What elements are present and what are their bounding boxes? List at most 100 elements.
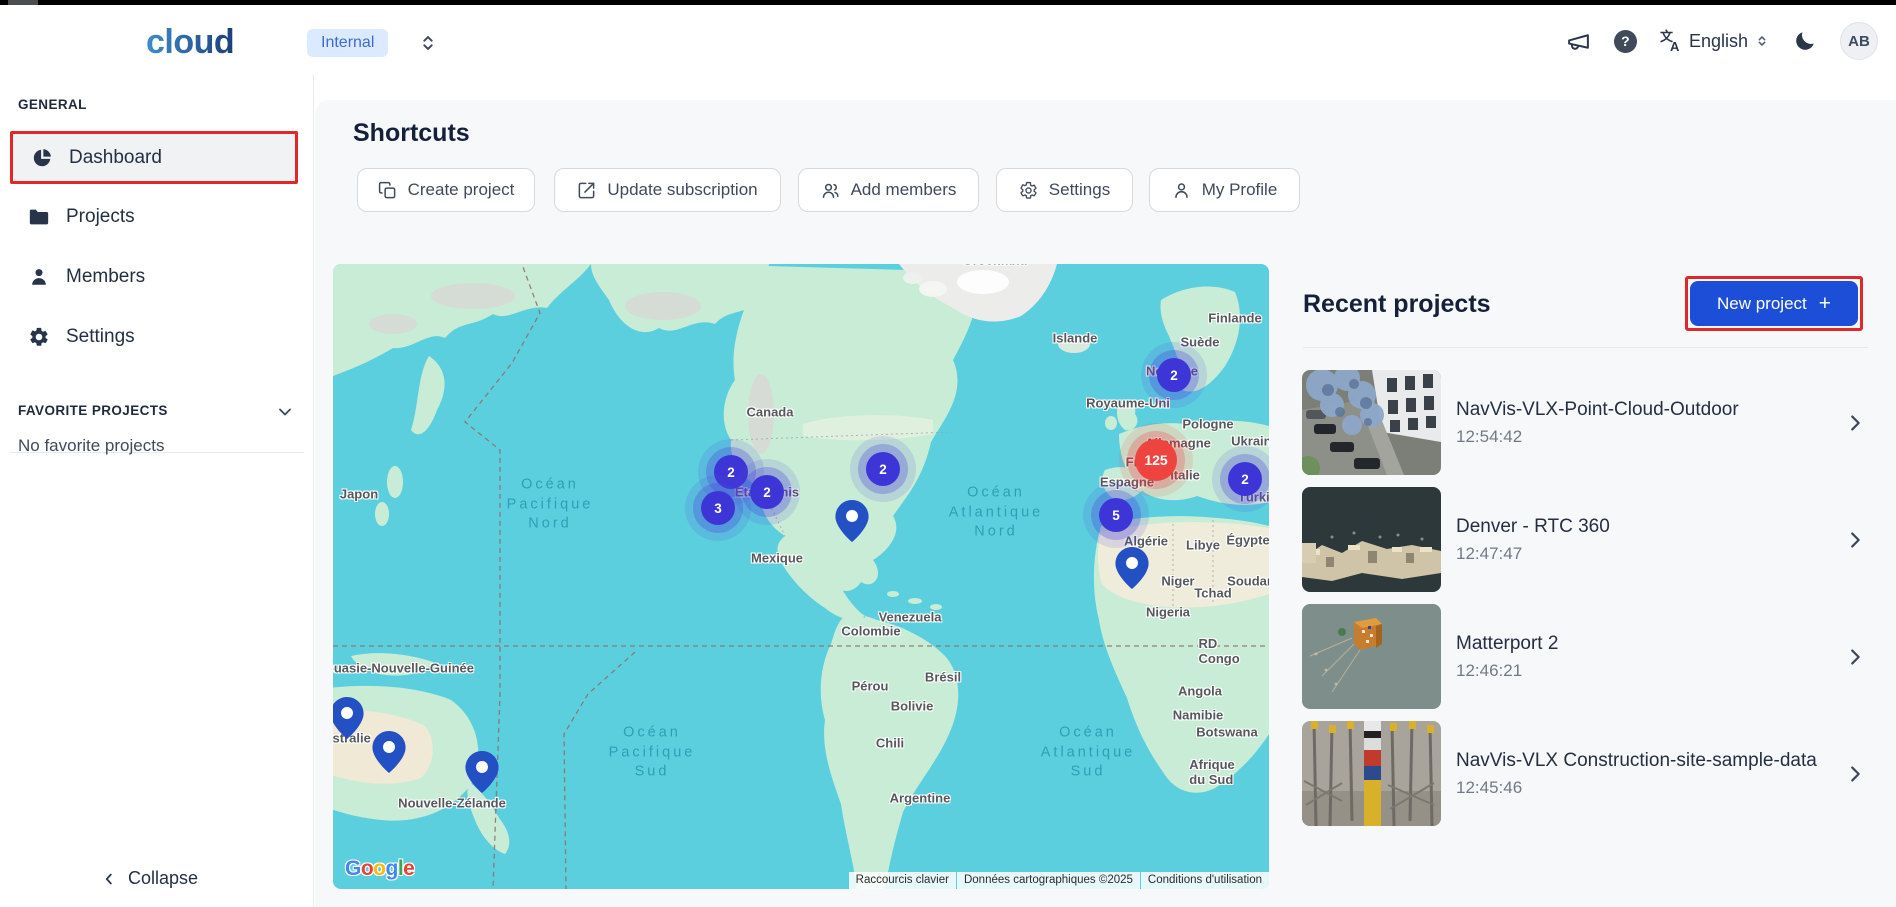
project-row[interactable]: Denver - RTC 360 12:47:47 [1296,486,1872,593]
map-cluster-marker[interactable]: 2 [714,455,748,489]
external-link-icon [577,181,596,200]
chevron-right-icon[interactable] [1844,763,1866,785]
map-country-label: Royaume-Uni [1086,396,1170,411]
map-cluster-marker[interactable]: 2 [1228,462,1262,496]
recent-projects-title: Recent projects [1303,290,1491,319]
map-country-label: Papouasie-Nouvelle-Guinée [333,661,474,676]
collapse-label: Collapse [128,868,198,889]
map-country-label: Angola [1178,684,1222,699]
add-members-button[interactable]: Add members [798,168,979,212]
map-country-label: Canada [747,405,794,420]
map-cluster-marker[interactable]: 125 [1135,439,1177,481]
person-icon [28,266,50,288]
map-pin-marker[interactable] [372,731,406,773]
chevron-right-icon[interactable] [1844,646,1866,668]
world-map[interactable]: GroenlandJaponCanadaÉtats-UnisMexiqueIsl… [333,264,1269,889]
language-selector[interactable]: 文A English [1659,29,1770,53]
new-project-button[interactable]: New project + [1690,281,1858,326]
map-country-label: Japon [340,487,378,502]
map-country-label: Islande [1053,331,1098,346]
google-logo[interactable]: Google [345,857,414,881]
map-country-label: Colombie [841,624,900,639]
collapse-sidebar-button[interactable]: Collapse [100,868,198,889]
map-country-label: Chili [876,736,904,751]
chevron-down-icon[interactable] [275,402,295,422]
dark-mode-moon-icon[interactable] [1792,28,1818,54]
my-profile-button[interactable]: My Profile [1149,168,1300,212]
map-pin-marker[interactable] [835,500,869,542]
map-country-label: Ukraine [1231,434,1269,449]
translate-icon: 文A [1659,29,1683,53]
map-cluster-marker[interactable]: 5 [1099,498,1133,532]
map-country-label: Libye [1186,538,1220,553]
button-label: Update subscription [607,180,757,200]
map-country-label: Venezuela [879,610,942,625]
map-attribution: Raccourcis clavier Données cartographiqu… [849,872,1269,889]
favorites-empty-text: No favorite projects [18,436,164,456]
language-label: English [1689,31,1748,52]
sidebar-item-label: Settings [66,326,135,348]
create-project-button[interactable]: Create project [357,168,535,212]
terms-of-use-link[interactable]: Conditions d'utilisation [1141,872,1269,889]
project-time: 12:54:42 [1456,427,1826,447]
chevron-right-icon[interactable] [1844,529,1866,551]
project-thumbnail [1302,604,1441,709]
map-overlays: GroenlandJaponCanadaÉtats-UnisMexiqueIsl… [333,264,1269,889]
map-country-label: Afrique du Sud [1189,757,1235,787]
map-country-label: Niger [1161,574,1194,589]
map-cluster-marker[interactable]: 2 [750,475,784,509]
sidebar-item-dashboard[interactable]: Dashboard [10,131,298,184]
sidebar-item-members[interactable]: Members [10,252,298,302]
project-row[interactable]: NavVis-VLX Construction-site-sample-data… [1296,720,1872,827]
environment-badge[interactable]: Internal [307,29,388,57]
map-country-label: Soudan [1227,574,1269,589]
project-name: Matterport 2 [1456,633,1826,655]
project-thumbnail [1302,487,1441,592]
map-country-label: Tchad [1194,586,1231,601]
map-ocean-label: Océan Atlantique Nord [949,484,1044,543]
avatar[interactable]: AB [1840,22,1878,60]
announcements-megaphone-icon[interactable] [1566,28,1592,54]
map-cluster-marker[interactable]: 3 [701,491,735,525]
map-ocean-label: Océan Pacifique Nord [507,476,594,535]
project-name: NavVis-VLX Construction-site-sample-data [1456,750,1826,772]
button-label: Create project [408,180,515,200]
gear-icon [28,326,50,348]
map-country-label: Botswana [1196,725,1257,740]
browser-tab-fragment [8,0,38,5]
map-country-label: Pologne [1182,417,1233,432]
map-country-label: Nouvelle-Zélande [398,796,506,811]
map-pin-marker[interactable] [1115,547,1149,589]
map-country-label: Suède [1180,335,1219,350]
settings-button[interactable]: Settings [996,168,1133,212]
map-ocean-label: Océan Atlantique Sud [1041,724,1136,783]
sidebar-item-label: Members [66,266,145,288]
sidebar-item-settings[interactable]: Settings [10,312,298,362]
map-country-label: Bolivie [891,699,934,714]
divider [1303,347,1868,348]
sidebar: GENERAL Dashboard Projects Members Setti… [0,75,314,907]
chevron-right-icon[interactable] [1844,412,1866,434]
map-cluster-marker[interactable]: 2 [866,452,900,486]
map-pin-marker[interactable] [333,697,364,739]
keyboard-shortcuts-link[interactable]: Raccourcis clavier [849,872,956,889]
map-pin-marker[interactable] [465,751,499,793]
update-subscription-button[interactable]: Update subscription [554,168,781,212]
environment-switcher-icon[interactable] [417,32,439,54]
chevron-updown-icon [1754,33,1770,49]
project-time: 12:47:47 [1456,544,1826,564]
project-time: 12:46:21 [1456,661,1826,681]
sidebar-item-projects[interactable]: Projects [10,192,298,242]
gear-icon [1019,181,1038,200]
project-thumbnail [1302,721,1441,826]
project-row[interactable]: Matterport 2 12:46:21 [1296,603,1872,710]
sidebar-section-general: GENERAL [18,97,87,112]
chevron-left-icon [100,870,118,888]
help-icon[interactable]: ? [1614,30,1637,53]
sidebar-section-favorites: FAVORITE PROJECTS [18,403,168,418]
map-country-label: Mexique [751,551,803,566]
project-row[interactable]: NavVis-VLX-Point-Cloud-Outdoor 12:54:42 [1296,369,1872,476]
map-cluster-marker[interactable]: 2 [1157,358,1191,392]
map-country-label: Finlande [1208,311,1261,326]
svg-text:A: A [1670,39,1680,53]
